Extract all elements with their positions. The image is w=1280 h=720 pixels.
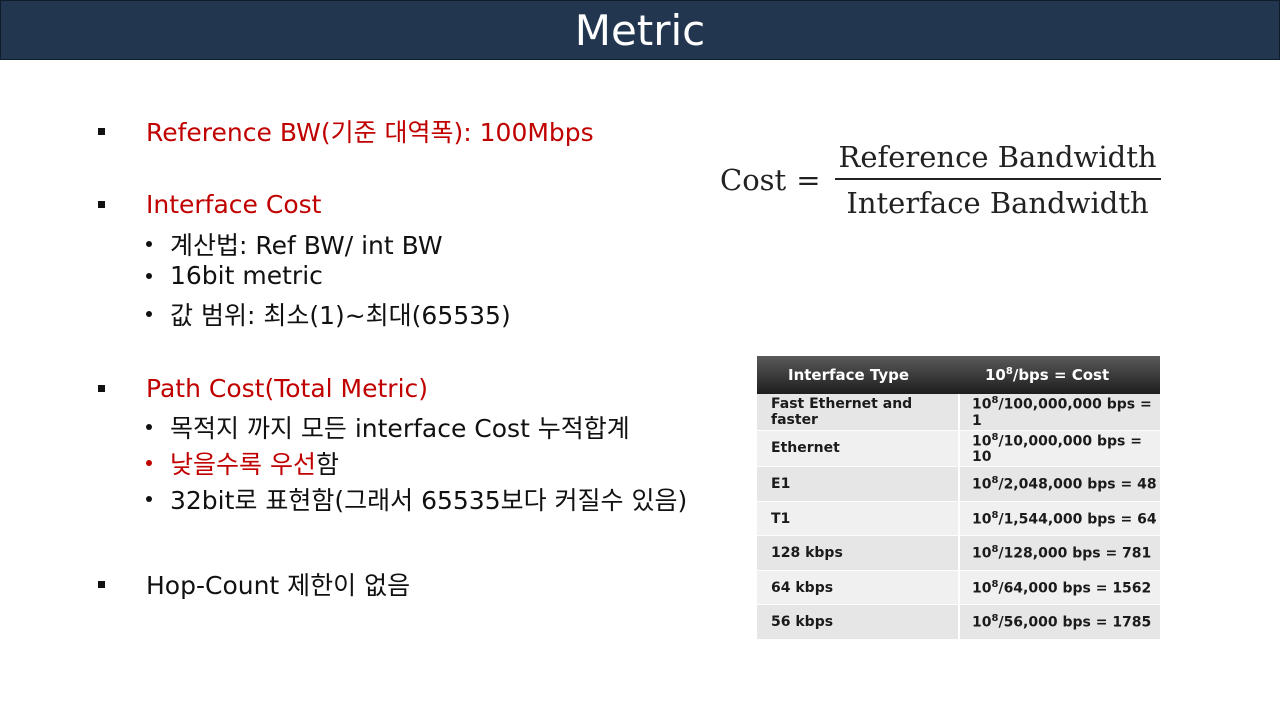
table-row: 56 kbps 108/56,000 bps = 1785 <box>757 604 1160 640</box>
square-bullet-icon <box>98 127 105 135</box>
bullet-interface-cost: Interface Cost <box>98 190 321 219</box>
round-bullet-icon <box>146 496 152 502</box>
column-header-interface-type: Interface Type <box>757 356 959 394</box>
reference-bw-text: Reference BW(기준 대역폭): 100Mbps <box>146 118 594 147</box>
cell-interface-type: E1 <box>757 466 960 502</box>
formula-denominator: Interface Bandwidth <box>846 186 1149 220</box>
cell-cost: 108/128,000 bps = 781 <box>959 535 1160 571</box>
interface-cost-table: Interface Type 108/bps = Cost Fast Ether… <box>757 356 1160 640</box>
round-bullet-icon <box>146 272 152 279</box>
title-bar: Metric <box>0 0 1280 60</box>
bullet-reference-bw: Reference BW(기준 대역폭): 100Mbps <box>98 113 594 149</box>
cell-interface-type: 64 kbps <box>757 570 960 606</box>
table-row: Ethernet 108/10,000,000 bps = 10 <box>757 430 1160 468</box>
formula-equals: = <box>796 163 821 197</box>
sub-bullet-text: 값 범위: 최소(1)~최대(65535) <box>170 301 511 330</box>
square-bullet-icon <box>98 580 105 588</box>
cell-cost: 108/56,000 bps = 1785 <box>959 604 1160 640</box>
round-bullet-icon <box>146 241 152 247</box>
table-row: 64 kbps 108/64,000 bps = 1562 <box>757 570 1160 606</box>
cell-interface-type: 128 kbps <box>757 535 960 571</box>
sub-bullet-text: 32bit로 표현함(그래서 65535보다 커질수 있음) <box>170 486 688 515</box>
cell-cost: 108/100,000,000 bps = 1 <box>959 394 1160 431</box>
cell-interface-type: Fast Ethernet and faster <box>757 394 960 431</box>
sub-bullet: 계산법: Ref BW/ int BW <box>146 226 443 262</box>
sub-bullet: 값 범위: 최소(1)~최대(65535) <box>146 296 511 332</box>
hop-count-text: Hop-Count 제한이 없음 <box>146 571 411 600</box>
sub-bullet: 목적지 까지 모든 interface Cost 누적합계 <box>146 409 630 445</box>
cell-cost: 108/10,000,000 bps = 10 <box>959 430 1160 468</box>
formula-fraction: Reference Bandwidth Interface Bandwidth <box>834 140 1161 220</box>
bullet-path-cost: Path Cost(Total Metric) <box>98 374 428 403</box>
round-bullet-icon <box>146 311 152 317</box>
sub-bullet-text: 목적지 까지 모든 interface Cost 누적합계 <box>170 414 630 443</box>
square-bullet-icon <box>98 385 105 392</box>
sub-bullet: 낮을수록 우선 함 <box>146 445 339 481</box>
sub-bullet-text: 16bit metric <box>170 261 323 290</box>
cell-interface-type: 56 kbps <box>757 604 960 640</box>
table-header-row: Interface Type 108/bps = Cost <box>757 356 1160 394</box>
sub-bullet-text: 계산법: Ref BW/ int BW <box>170 231 443 260</box>
interface-cost-heading: Interface Cost <box>146 190 322 219</box>
cell-cost: 108/1,544,000 bps = 64 <box>959 501 1160 537</box>
sub-bullet-text-highlight: 낮을수록 우선 <box>170 450 316 479</box>
cell-interface-type: T1 <box>757 501 960 537</box>
round-bullet-icon <box>146 424 152 430</box>
cost-formula: Cost = Reference Bandwidth Interface Ban… <box>720 140 1161 220</box>
table-row: E1 108/2,048,000 bps = 48 <box>757 466 1160 502</box>
formula-numerator: Reference Bandwidth <box>834 140 1161 180</box>
sub-bullet: 16bit metric <box>146 261 323 290</box>
sub-bullet: 32bit로 표현함(그래서 65535보다 커질수 있음) <box>146 481 687 517</box>
round-bullet-icon <box>146 460 152 466</box>
slide-title: Metric <box>574 5 706 55</box>
cell-cost: 108/2,048,000 bps = 48 <box>959 466 1160 502</box>
column-header-cost: 108/bps = Cost <box>959 356 1160 394</box>
table-row: T1 108/1,544,000 bps = 64 <box>757 501 1160 537</box>
table-row: 128 kbps 108/128,000 bps = 781 <box>757 535 1160 571</box>
square-bullet-icon <box>98 201 105 208</box>
table-row: Fast Ethernet and faster 108/100,000,000… <box>757 394 1160 431</box>
bullet-hop-count: Hop-Count 제한이 없음 <box>98 566 410 602</box>
cell-cost: 108/64,000 bps = 1562 <box>959 570 1160 606</box>
cell-interface-type: Ethernet <box>757 430 960 468</box>
path-cost-heading: Path Cost(Total Metric) <box>146 374 429 403</box>
sub-bullet-text: 함 <box>315 450 339 479</box>
formula-lhs: Cost <box>720 163 787 197</box>
